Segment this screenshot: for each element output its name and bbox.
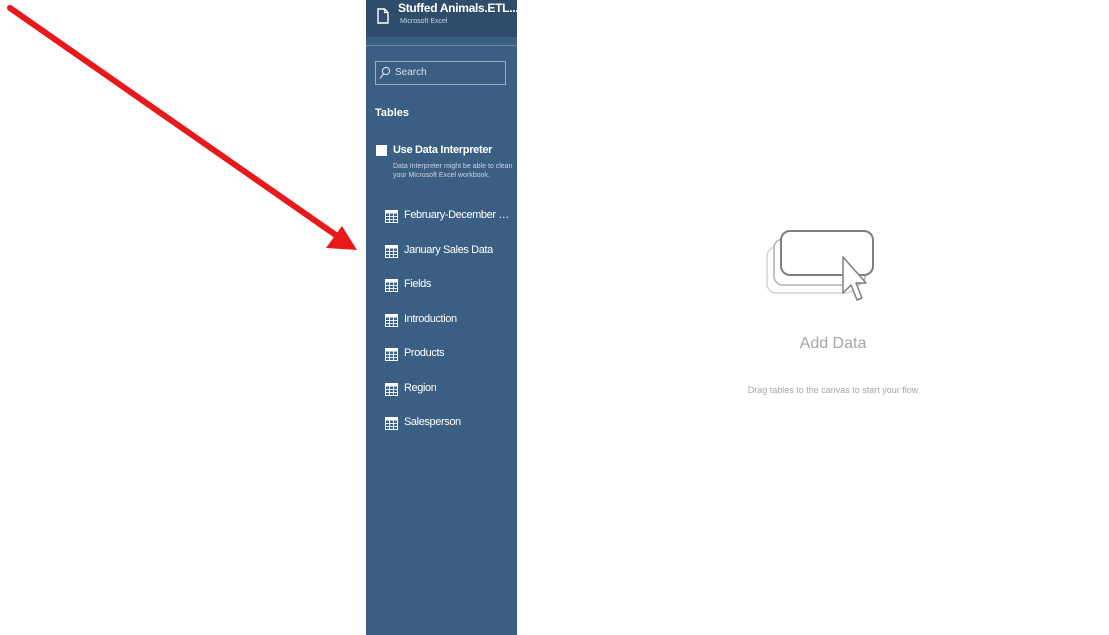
data-interpreter-option: Use Data Interpreter Data Interpreter mi… (375, 143, 515, 191)
connections-sidebar: Stuffed Animals.ETL.... Microsoft Excel … (366, 0, 522, 635)
table-label: Region (404, 381, 437, 394)
search-placeholder: Search (395, 67, 427, 78)
add-data-hint: Drag tables to the canvas to start your … (747, 385, 919, 395)
divider (366, 45, 517, 46)
table-label: January Sales Data (404, 243, 493, 256)
table-grid-icon (385, 348, 398, 361)
red-arrow-icon (7, 5, 357, 250)
connection-type: Microsoft Excel (400, 18, 448, 25)
file-icon (377, 8, 389, 24)
table-grid-icon (385, 279, 398, 292)
table-grid-icon (385, 244, 398, 258)
data-interpreter-label[interactable]: Use Data Interpreter (393, 144, 492, 156)
table-list: February-December S... January Sales Dat… (375, 208, 515, 450)
table-label: Salesperson (404, 416, 461, 428)
add-data-icon (766, 230, 874, 301)
table-item-fields[interactable]: Fields (375, 277, 515, 312)
table-grid-icon (385, 382, 398, 396)
table-item-february-december-sales[interactable]: February-December S... (375, 208, 515, 243)
table-item-products[interactable]: Products (375, 346, 515, 381)
table-label: Introduction (404, 312, 457, 325)
table-grid-icon (385, 417, 398, 430)
table-label: Products (404, 347, 445, 359)
table-item-salesperson[interactable]: Salesperson (375, 415, 515, 450)
table-item-introduction[interactable]: Introduction (375, 312, 515, 347)
table-grid-icon (385, 313, 398, 327)
flow-canvas[interactable]: Add Data Drag tables to the canvas to st… (517, 0, 1109, 635)
table-item-region[interactable]: Region (375, 381, 515, 416)
data-interpreter-description: Data Interpreter might be able to clean … (393, 163, 513, 179)
connection-card[interactable]: Stuffed Animals.ETL.... Microsoft Excel (366, 0, 522, 37)
tables-heading: Tables (375, 107, 410, 119)
table-label: Fields (404, 278, 431, 290)
data-interpreter-checkbox[interactable] (376, 145, 387, 156)
table-item-january-sales-data[interactable]: January Sales Data (375, 243, 515, 278)
add-data-title: Add Data (799, 335, 867, 352)
search-icon (379, 66, 391, 79)
connection-name: Stuffed Animals.ETL.... (398, 1, 522, 15)
table-label: February-December S... (404, 209, 512, 221)
app-window: Stuffed Animals.ETL.... Microsoft Excel … (0, 0, 1109, 635)
search-input[interactable]: Search (375, 61, 506, 85)
table-grid-icon (385, 210, 398, 223)
